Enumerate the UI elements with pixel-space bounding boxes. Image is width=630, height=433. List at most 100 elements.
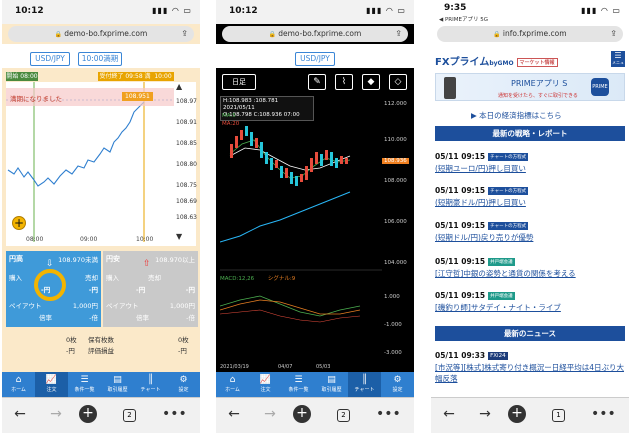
nav-label: ホーム <box>11 387 26 393</box>
logo-text: FXプライム <box>435 57 490 68</box>
item-datetime: 05/11 09:15 <box>435 221 486 230</box>
payout-value: 1,000円 <box>169 302 195 310</box>
back-icon[interactable]: ← <box>439 406 459 422</box>
candle <box>295 176 298 186</box>
sell-label: 売却 <box>148 274 161 282</box>
zoom-plus-button[interactable]: + <box>12 216 26 230</box>
rate-value: -倍 <box>89 314 98 322</box>
pair-selector[interactable]: USD/JPY <box>30 52 70 66</box>
nav-history[interactable]: ▤ 取引履歴 <box>101 372 134 397</box>
candle <box>235 136 238 148</box>
nav-settings[interactable]: ⚙ 設定 <box>167 372 200 397</box>
item-title[interactable]: (短期ドル/円)戻り売りが優勢 <box>435 232 625 243</box>
clear-all-icon[interactable]: ◇ <box>389 74 407 90</box>
list-item[interactable]: 05/11 09:15 井戸端会議 [江守哲]中銀の姿勢と通貨の関係を考える <box>435 257 625 279</box>
y-tick: 1.000 <box>384 294 400 300</box>
close-time-label: 受付終了 09:58 満期 <box>98 72 152 89</box>
address-bar[interactable]: 🔒 info.fxprime.com ⇪ <box>437 26 623 42</box>
forward-icon[interactable]: → <box>475 406 495 422</box>
sell-value: -円 <box>88 286 98 294</box>
more-icon[interactable]: ••• <box>591 406 616 422</box>
nav-home[interactable]: ⌂ ホーム <box>216 372 249 397</box>
candle <box>340 156 343 164</box>
item-title[interactable]: (短期ユーロ/円)押し目買い <box>435 163 625 174</box>
list-item[interactable]: 05/11 09:15 チャートの方程式 (短期豪ドル/円)押し目買い <box>435 186 625 208</box>
menu-label: メニュー <box>612 60 624 70</box>
item-datetime: 05/11 09:15 <box>435 257 486 266</box>
screens-container: 10:12 ▮▮▮ ◠ ▭ 🔒 demo-bo.fxprime.com ⇪ USD… <box>0 0 630 433</box>
scroll-up-icon[interactable]: ▲ <box>176 82 182 91</box>
tab-count-button[interactable]: 2 <box>123 409 136 422</box>
forward-icon[interactable]: → <box>260 406 280 422</box>
tab-count-button[interactable]: 1 <box>552 409 565 422</box>
status-back-app[interactable]: ◀ PRIMEアプリ 5G <box>439 15 488 23</box>
menu-button[interactable]: ☰ メニュー <box>611 51 625 70</box>
tab-count-button[interactable]: 2 <box>337 409 350 422</box>
x-tick: 2021/03/19 <box>220 364 249 370</box>
list-item[interactable]: 05/11 09:15 チャートの方程式 (短期ユーロ/円)押し目買い <box>435 152 625 174</box>
address-bar[interactable]: 🔒 demo-bo.fxprime.com ⇪ <box>8 26 194 42</box>
share-icon[interactable]: ⇪ <box>610 26 617 42</box>
candle <box>245 126 248 136</box>
item-title[interactable]: [市況等][株式]株式寄り付き概況ー日経平均は4日ぶり大幅反落 <box>435 362 625 384</box>
candle <box>290 172 293 184</box>
candle <box>275 160 278 168</box>
site-logo[interactable]: FXプライムbyGMO マーケット情報 <box>435 53 558 68</box>
nav-order[interactable]: 📈 注文 <box>35 372 68 397</box>
rate-label: 倍率 <box>136 314 149 322</box>
nav-conditions[interactable]: ☰ 条件一覧 <box>282 372 315 397</box>
more-icon[interactable]: ••• <box>376 406 401 422</box>
eraser-icon[interactable]: ◆ <box>362 74 380 90</box>
nav-chart[interactable]: ║ チャート <box>348 372 381 397</box>
list-item[interactable]: 05/11 09:15 チャートの方程式 (短期ドル/円)戻り売りが優勢 <box>435 221 625 243</box>
status-bar: 10:12 ▮▮▮ ◠ ▭ <box>216 0 414 24</box>
signal-label: シグナル:9 <box>267 276 296 282</box>
indicator-tool-icon[interactable]: ⌇ <box>335 74 353 90</box>
list-item[interactable]: 05/11 09:15 井戸端会議 [磯釣り師]サタデイ・ナイト・ライブ <box>435 291 625 313</box>
timeframe-button[interactable]: 日足 <box>222 74 256 90</box>
period-selector[interactable]: 10:00満期 <box>78 52 122 66</box>
back-icon[interactable]: ← <box>224 406 244 422</box>
forward-icon[interactable]: → <box>46 406 66 422</box>
expired-notice: 満期になりました <box>10 95 62 103</box>
candle <box>230 144 233 158</box>
share-icon[interactable]: ⇪ <box>181 26 188 42</box>
address-bar[interactable]: 🔒 demo-bo.fxprime.com ⇪ <box>222 26 408 42</box>
new-tab-button[interactable]: + <box>293 405 311 423</box>
share-icon[interactable]: ⇪ <box>395 26 402 42</box>
item-title[interactable]: [磯釣り師]サタデイ・ナイト・ライブ <box>435 302 625 313</box>
item-title[interactable]: (短期豪ドル/円)押し目買い <box>435 197 625 208</box>
home-icon: ⌂ <box>229 375 236 385</box>
yen-high-strike: 108.970未満 <box>58 256 98 264</box>
phone-chart-view: 10:12 ▮▮▮ ◠ ▭ 🔒 demo-bo.fxprime.com ⇪ USD… <box>216 0 414 433</box>
back-icon[interactable]: ← <box>10 406 30 422</box>
browser-toolbar: ← → + 2 ••• <box>216 397 414 433</box>
yen-low-panel[interactable]: 円安 ⇧ 108.970以上 購入 売却 -円 -円 ペイアウト 1,000円 … <box>103 251 198 327</box>
nav-order[interactable]: 📈 注文 <box>249 372 282 397</box>
app-banner[interactable]: PRIMEアプリ S 通知を受けたら、すぐに取引できる PRIME <box>435 73 625 101</box>
nav-label: 条件一覧 <box>74 387 95 393</box>
nav-conditions[interactable]: ☰ 条件一覧 <box>68 372 101 397</box>
nav-settings[interactable]: ⚙ 設定 <box>381 372 414 397</box>
pen-tool-icon[interactable]: ✎ <box>308 74 326 90</box>
price-chart[interactable] <box>6 82 174 246</box>
y-tick: 108.97 <box>176 98 197 105</box>
y-tick: -1.000 <box>384 322 402 328</box>
banner-subtitle: 通知を受けたら、すぐに取引できる <box>498 93 578 99</box>
nav-chart[interactable]: ║ チャート <box>134 372 167 397</box>
item-title[interactable]: [江守哲]中銀の姿勢と通貨の関係を考える <box>435 268 625 279</box>
pair-selector[interactable]: USD/JPY <box>295 52 335 66</box>
nav-label: 設定 <box>178 387 189 393</box>
new-tab-button[interactable]: + <box>79 405 97 423</box>
nav-history[interactable]: ▤ 取引履歴 <box>315 372 348 397</box>
new-tab-button[interactable]: + <box>508 405 526 423</box>
economic-indicators-link[interactable]: ▶ 本日の経済指標はこちら <box>471 110 562 121</box>
current-price-tag: 108.951 <box>122 92 153 101</box>
nav-home[interactable]: ⌂ ホーム <box>2 372 35 397</box>
chart-icon: 📈 <box>45 375 58 385</box>
candlestick-chart[interactable] <box>220 96 382 366</box>
more-icon[interactable]: ••• <box>162 406 187 422</box>
news-item[interactable]: 05/11 09:33 FXi24 [市況等][株式]株式寄り付き概況ー日経平均は… <box>435 351 625 384</box>
scroll-down-icon[interactable]: ▼ <box>176 232 182 241</box>
y-tick: 108.85 <box>176 140 197 147</box>
